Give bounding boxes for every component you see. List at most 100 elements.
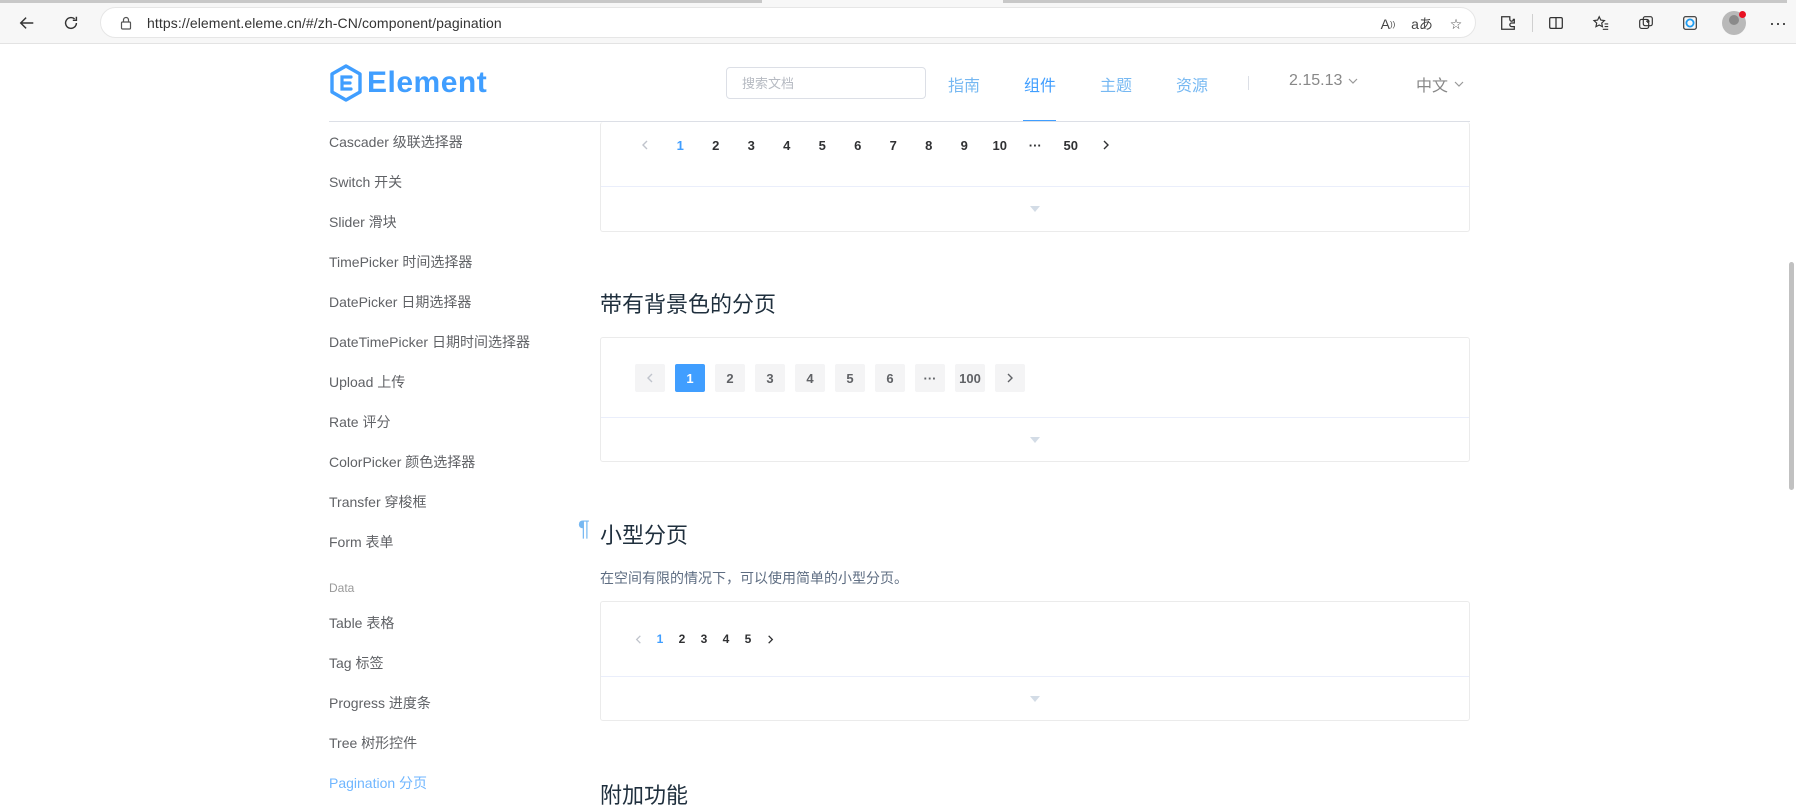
notification-dot-icon bbox=[1739, 11, 1746, 18]
caret-down-icon bbox=[1030, 205, 1040, 212]
tab-strip bbox=[1003, 0, 1787, 3]
nav-divider bbox=[1248, 76, 1249, 90]
sidebar-item-switch[interactable]: Switch 开关 bbox=[329, 172, 402, 192]
translate-icon[interactable]: aあ bbox=[1411, 13, 1433, 35]
pagination-background: 1 2 3 4 5 6 ··· 100 bbox=[635, 364, 1035, 392]
demo-block-basic: 1 2 3 4 5 6 7 8 9 10 ··· 50 bbox=[600, 122, 1470, 232]
sidebar-item-datetimepicker[interactable]: DateTimePicker 日期时间选择器 bbox=[329, 332, 530, 352]
nav-component[interactable]: 组件 bbox=[1024, 72, 1056, 96]
next-page-button[interactable] bbox=[759, 628, 781, 650]
page-number[interactable]: 7 bbox=[876, 131, 912, 159]
pagination-basic: 1 2 3 4 5 6 7 8 9 10 ··· 50 bbox=[627, 131, 1124, 159]
page-number[interactable]: 1 bbox=[663, 131, 699, 159]
chevron-left-icon bbox=[641, 140, 648, 150]
sidebar-item-slider[interactable]: Slider 滑块 bbox=[329, 212, 397, 232]
show-code-toggle[interactable] bbox=[601, 676, 1469, 720]
sidebar-item-colorpicker[interactable]: ColorPicker 颜色选择器 bbox=[329, 452, 475, 472]
nav-theme[interactable]: 主题 bbox=[1100, 72, 1132, 96]
prev-page-button[interactable] bbox=[635, 364, 665, 392]
edge-browser-icon[interactable] bbox=[1678, 11, 1702, 35]
language-label: 中文 bbox=[1416, 78, 1449, 95]
sidebar-item-table[interactable]: Table 表格 bbox=[329, 613, 394, 633]
extensions-icon[interactable] bbox=[1496, 11, 1520, 35]
sidebar-item-cascader[interactable]: Cascader 级联选择器 bbox=[329, 132, 463, 152]
read-aloud-icon[interactable]: A)) bbox=[1377, 13, 1399, 35]
chevron-right-icon bbox=[767, 634, 773, 644]
page-number[interactable]: 3 bbox=[755, 364, 785, 392]
favorite-add-icon[interactable]: ☆ bbox=[1445, 13, 1467, 35]
section-title-extra: 附加功能 bbox=[600, 783, 689, 808]
page-number[interactable]: 2 bbox=[715, 364, 745, 392]
favorites-icon[interactable] bbox=[1589, 11, 1613, 35]
page-number[interactable]: 4 bbox=[769, 131, 805, 159]
sidebar-item-timepicker[interactable]: TimePicker 时间选择器 bbox=[329, 252, 472, 272]
page-number[interactable]: 10 bbox=[982, 131, 1018, 159]
url-text[interactable]: https://element.eleme.cn/#/zh-CN/compone… bbox=[147, 15, 502, 31]
search-input[interactable] bbox=[726, 67, 926, 99]
chevron-down-icon bbox=[1348, 78, 1358, 84]
page-number[interactable]: 4 bbox=[795, 364, 825, 392]
next-page-button[interactable] bbox=[1089, 131, 1125, 159]
prev-page-button[interactable] bbox=[627, 628, 649, 650]
collections-icon[interactable] bbox=[1634, 11, 1658, 35]
refresh-button[interactable] bbox=[58, 10, 84, 36]
back-button[interactable] bbox=[14, 10, 40, 36]
page-number[interactable]: 6 bbox=[840, 131, 876, 159]
page-number[interactable]: 5 bbox=[835, 364, 865, 392]
more-options-icon[interactable]: ··· bbox=[1766, 11, 1790, 35]
page-number[interactable]: 3 bbox=[734, 131, 770, 159]
chevron-left-icon bbox=[647, 373, 653, 383]
sidebar-item-rate[interactable]: Rate 评分 bbox=[329, 412, 390, 432]
page-number[interactable]: 6 bbox=[875, 364, 905, 392]
sidebar-item-tree[interactable]: Tree 树形控件 bbox=[329, 733, 417, 753]
arrow-left-icon bbox=[19, 17, 34, 29]
sidebar-item-datepicker[interactable]: DatePicker 日期选择器 bbox=[329, 292, 471, 312]
page-number[interactable]: 3 bbox=[693, 628, 715, 650]
sidebar-item-tag[interactable]: Tag 标签 bbox=[329, 653, 383, 673]
page-number[interactable]: 2 bbox=[698, 131, 734, 159]
element-logo[interactable]: Element bbox=[329, 63, 487, 103]
next-page-button[interactable] bbox=[995, 364, 1025, 392]
nav-guide[interactable]: 指南 bbox=[948, 72, 980, 96]
sidebar-item-upload[interactable]: Upload 上传 bbox=[329, 372, 405, 392]
version-dropdown[interactable]: 2.15.13 bbox=[1289, 72, 1358, 90]
toolbar-divider bbox=[1532, 14, 1533, 32]
page-number[interactable]: 2 bbox=[671, 628, 693, 650]
sidebar-item-form[interactable]: Form 表单 bbox=[329, 532, 394, 552]
demo-block-background: 1 2 3 4 5 6 ··· 100 bbox=[600, 337, 1470, 462]
sidebar-item-transfer[interactable]: Transfer 穿梭框 bbox=[329, 492, 427, 512]
sidebar-item-progress[interactable]: Progress 进度条 bbox=[329, 693, 431, 713]
sidebar-item-pagination[interactable]: Pagination 分页 bbox=[329, 773, 427, 793]
chevron-left-icon bbox=[635, 634, 641, 644]
section-title-small: 小型分页 bbox=[600, 523, 689, 548]
show-code-toggle[interactable] bbox=[601, 417, 1469, 461]
page-number[interactable]: 4 bbox=[715, 628, 737, 650]
page-number[interactable]: 5 bbox=[737, 628, 759, 650]
caret-down-icon bbox=[1030, 695, 1040, 702]
chevron-right-icon bbox=[1103, 140, 1110, 150]
lock-icon bbox=[119, 16, 133, 30]
language-dropdown[interactable]: 中文 bbox=[1416, 72, 1464, 96]
more-pages-ellipsis[interactable]: ··· bbox=[915, 364, 945, 392]
scrollbar-thumb[interactable] bbox=[1789, 262, 1794, 490]
prev-page-button[interactable] bbox=[627, 131, 663, 159]
address-bar[interactable]: https://element.eleme.cn/#/zh-CN/compone… bbox=[100, 7, 1476, 38]
section-anchor-link[interactable]: ¶ bbox=[578, 516, 590, 542]
show-code-toggle[interactable] bbox=[601, 186, 1469, 230]
section-description-small: 在空间有限的情况下，可以使用简单的小型分页。 bbox=[600, 570, 908, 586]
page-number[interactable]: 100 bbox=[955, 364, 985, 392]
refresh-icon bbox=[64, 16, 78, 30]
page-number[interactable]: 8 bbox=[911, 131, 947, 159]
split-screen-icon[interactable] bbox=[1544, 11, 1568, 35]
page-number[interactable]: 1 bbox=[649, 628, 671, 650]
section-title-background: 带有背景色的分页 bbox=[600, 292, 777, 317]
pagination-small: 1 2 3 4 5 bbox=[627, 628, 781, 650]
element-logo-icon bbox=[330, 64, 362, 102]
nav-resource[interactable]: 资源 bbox=[1176, 72, 1208, 96]
page-number[interactable]: 1 bbox=[675, 364, 705, 392]
more-pages-ellipsis[interactable]: ··· bbox=[1018, 131, 1054, 159]
page-number[interactable]: 50 bbox=[1053, 131, 1089, 159]
page-number[interactable]: 5 bbox=[805, 131, 841, 159]
tab-strip bbox=[0, 0, 762, 3]
page-number[interactable]: 9 bbox=[947, 131, 983, 159]
